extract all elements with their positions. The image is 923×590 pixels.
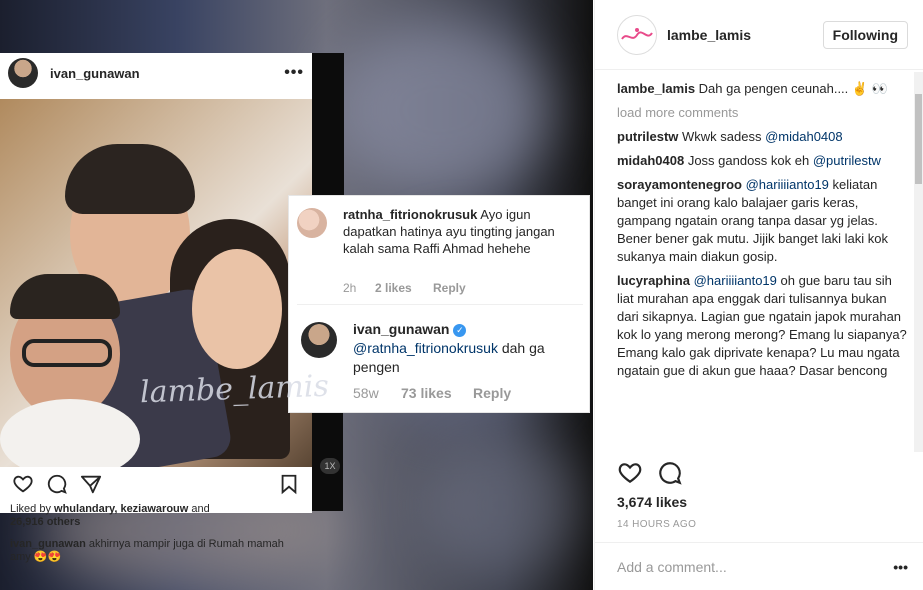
add-comment-bar: •••: [595, 542, 923, 590]
comments-list: lambe_lamis Dah ga pengen ceunah.... ✌ 👀…: [617, 80, 907, 450]
comment-mention[interactable]: @hariiiianto19: [746, 177, 829, 192]
post-actions: [617, 460, 683, 486]
verified-badge-icon: ✓: [453, 323, 467, 337]
liked-by-count[interactable]: 26,916 others: [10, 516, 80, 528]
comment-username[interactable]: lucyraphina: [617, 273, 690, 288]
post-sidebar: lambe_lamis Following lambe_lamis Dah ga…: [594, 0, 923, 590]
avatar: [8, 58, 38, 88]
blur-blob: [420, 430, 580, 580]
comment-mention[interactable]: @midah0408: [765, 129, 843, 144]
comment-text: ivan_gunawan ✓ @ratnha_fitrionokrusuk da…: [353, 320, 585, 377]
liked-by-prefix: Liked by: [10, 503, 55, 515]
dark-strip: [312, 53, 344, 196]
divider: [297, 304, 583, 305]
reply-button[interactable]: Reply: [433, 281, 466, 295]
brand-logo-icon: [621, 27, 653, 40]
person-face: [192, 249, 282, 369]
post-header: lambe_lamis Following: [595, 0, 923, 70]
liked-by-names[interactable]: whulandary, keziawarouw: [54, 503, 188, 515]
heart-icon[interactable]: [617, 460, 643, 486]
post-author-username[interactable]: lambe_lamis: [667, 27, 751, 43]
embedded-post-caption: ivan_gunawan akhirnya mampir juga di Rum…: [10, 538, 300, 564]
comment-icon[interactable]: [657, 460, 683, 486]
person-hair: [65, 144, 195, 214]
comment-mention[interactable]: @hariiiianto19: [694, 273, 777, 288]
comment-username[interactable]: putrilestw: [617, 129, 678, 144]
share-icon[interactable]: [80, 473, 102, 495]
embedded-post-header: ivan_gunawan •••: [0, 53, 312, 93]
comment-icon[interactable]: [46, 473, 68, 495]
comment-username[interactable]: ratnha_fitrionokrusuk: [343, 207, 477, 222]
comment-likes[interactable]: 2 likes: [375, 281, 412, 295]
more-options-icon[interactable]: •••: [893, 559, 908, 575]
embedded-post-card: ivan_gunawan ••• Liked by whulandary, ke…: [0, 53, 312, 563]
comment-username[interactable]: ivan_gunawan: [353, 321, 449, 337]
comment-time: 58w: [353, 385, 379, 401]
comment-username[interactable]: midah0408: [617, 153, 684, 168]
embedded-post-liked-by: Liked by whulandary, keziawarouw and 26,…: [10, 503, 210, 529]
scrollbar-thumb[interactable]: [915, 94, 922, 184]
caption-text: Dah ga pengen ceunah.... ✌ 👀: [695, 81, 888, 96]
list-item: putrilestw Wkwk sadess @midah0408: [617, 128, 907, 146]
embedded-post-actions: [0, 467, 312, 501]
comment-mention[interactable]: @putrilestw: [813, 153, 881, 168]
add-comment-input[interactable]: [617, 558, 867, 575]
list-item: midah0408 Joss gandoss kok eh @putrilest…: [617, 152, 907, 170]
following-button[interactable]: Following: [822, 20, 908, 49]
avatar: [301, 322, 337, 358]
likes-count[interactable]: 3,674 likes: [617, 494, 687, 510]
post-caption: lambe_lamis Dah ga pengen ceunah.... ✌ 👀: [617, 80, 907, 98]
avatar[interactable]: [617, 14, 657, 55]
comment-body: Wkwk sadess: [678, 129, 766, 144]
embedded-post-username: ivan_gunawan: [50, 65, 140, 81]
reply-button[interactable]: Reply: [473, 385, 511, 401]
load-more-comments-button[interactable]: load more comments: [617, 104, 907, 122]
watermark: lambe_lamis: [139, 368, 330, 411]
list-item: lucyraphina @hariiiianto19 oh gue baru t…: [617, 272, 907, 380]
caption-username[interactable]: ivan_gunawan: [10, 538, 86, 550]
post-media: 1X ivan_gunawan ••• Liked by whulandary,…: [0, 0, 593, 590]
heart-icon[interactable]: [12, 473, 34, 495]
comment-username[interactable]: sorayamontenegroo: [617, 177, 742, 192]
comment-body: Joss gandoss kok eh: [684, 153, 813, 168]
glasses: [22, 339, 112, 367]
comment-body: oh gue baru tau sih liat murahan apa eng…: [617, 273, 907, 378]
comments-scrollbar[interactable]: [914, 72, 923, 452]
post-timestamp[interactable]: 14 HOURS AGO: [617, 519, 696, 530]
more-dots-icon: •••: [284, 64, 304, 81]
bookmark-icon[interactable]: [278, 473, 300, 495]
embedded-post-photo: [0, 99, 312, 467]
comment-mention[interactable]: @ratnha_fitrionokrusuk: [353, 340, 498, 356]
zoom-badge: 1X: [320, 458, 340, 474]
list-item: sorayamontenegroo @hariiiianto19 keliata…: [617, 176, 907, 266]
comment-text: ratnha_fitrionokrusuk Ayo igun dapatkan …: [343, 206, 583, 257]
person-hair: [10, 274, 120, 319]
comment-time: 2h: [343, 281, 357, 295]
caption-username[interactable]: lambe_lamis: [617, 81, 695, 96]
blur-blob: [330, 20, 550, 200]
avatar: [297, 208, 327, 238]
comment-likes[interactable]: 73 likes: [401, 385, 452, 401]
liked-by-and: and: [188, 503, 210, 515]
embedded-comment-card: ratnha_fitrionokrusuk Ayo igun dapatkan …: [288, 195, 590, 413]
